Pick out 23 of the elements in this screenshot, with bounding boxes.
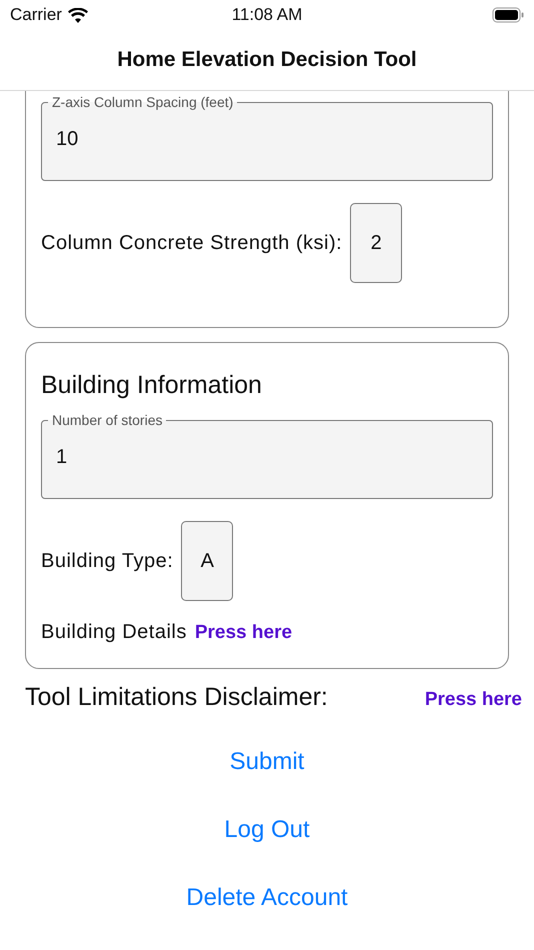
field-label: Z-axis Column Spacing (feet) xyxy=(51,94,234,110)
text-button[interactable]: Log Out xyxy=(224,816,310,844)
clock-time: 11:08 AM xyxy=(232,5,302,25)
field-label: Column Concrete Strength (ksi): xyxy=(41,232,342,254)
input-field[interactable]: 2 xyxy=(350,203,402,283)
text-button[interactable]: Delete Account xyxy=(186,884,348,912)
wifi-icon xyxy=(68,8,88,22)
battery-icon xyxy=(492,7,524,23)
text-button[interactable]: Submit xyxy=(230,748,304,776)
press-here-link[interactable]: Press here xyxy=(424,689,522,711)
input-field[interactable]: Number of stories 1 xyxy=(41,412,493,499)
field-label: Building Details xyxy=(41,621,187,644)
screen-title: Home Elevation Decision Tool xyxy=(117,48,417,72)
section-title: Building Information xyxy=(41,371,262,400)
field-label: Building Type: xyxy=(41,550,174,572)
text-input[interactable]: 10 xyxy=(56,126,478,152)
press-here-link[interactable]: Press here xyxy=(194,622,292,644)
text-input[interactable]: 1 xyxy=(56,444,478,470)
carrier-label: Carrier xyxy=(10,5,62,25)
input-field[interactable]: A xyxy=(181,521,234,601)
field-label: Number of stories xyxy=(51,412,164,428)
disclaimer-label: Tool Limitations Disclaimer: xyxy=(25,683,328,712)
input-field[interactable]: Z-axis Column Spacing (feet) 10 xyxy=(41,94,493,181)
